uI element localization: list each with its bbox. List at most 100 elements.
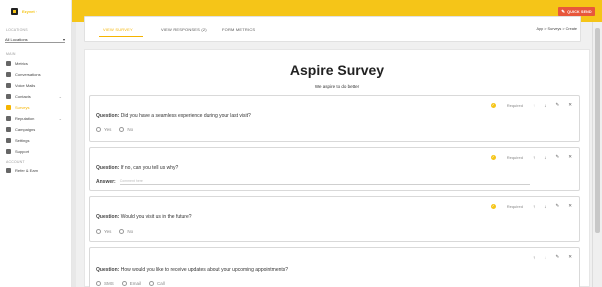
location-select[interactable]: All Locations ▾ — [5, 36, 65, 43]
answer-row: Answer: Comment here — [96, 179, 530, 185]
required-toggle[interactable]: ✓ Required — [482, 102, 523, 108]
survey-tabs: VIEW SURVEY VIEW RESPONSES (2) FORM METR… — [84, 16, 581, 42]
move-up-icon[interactable]: ↑ — [533, 155, 535, 160]
delete-icon[interactable]: ✕ — [568, 102, 572, 108]
radio-button[interactable] — [96, 281, 101, 286]
sidebar-item-support[interactable]: Support — [0, 146, 71, 157]
gear-icon — [6, 138, 11, 143]
edit-icon[interactable]: ✎ — [555, 154, 559, 160]
option-label: Yes — [104, 229, 112, 234]
question-label: Did you have a seamless experience durin… — [120, 113, 251, 119]
tab-view-survey[interactable]: VIEW SURVEY — [103, 27, 133, 32]
move-up-icon[interactable]: ↑ — [533, 255, 535, 260]
option-label: SMS — [104, 281, 114, 286]
required-toggle[interactable]: ✓ Required — [482, 154, 523, 160]
option-no[interactable]: No — [119, 229, 133, 234]
check-icon: ✓ — [490, 154, 496, 160]
sidebar-item-conversations[interactable]: Conversations — [0, 69, 71, 80]
question-card[interactable]: ✓ Required ↑ ↓ ✎ ✕ Question: Did you have… — [89, 95, 580, 142]
question-toolbar: ↑ ↓ ✎ ✕ — [524, 254, 572, 260]
required-label: Required — [506, 102, 523, 108]
question-options: Yes No — [96, 229, 141, 234]
sidebar-item-label: Reputation — [15, 116, 35, 121]
tab-view-responses[interactable]: VIEW RESPONSES (2) — [161, 27, 207, 32]
required-label: Required — [506, 203, 523, 209]
question-card[interactable]: ✓ Required ↑ ↓ ✎ ✕ Question: If no, can y… — [89, 147, 580, 191]
radio-button[interactable] — [119, 127, 125, 132]
page-scrollbar[interactable] — [592, 22, 602, 287]
option-sms[interactable]: SMS — [96, 281, 114, 286]
sidebar-item-label: Conversations — [15, 72, 41, 77]
quick-send-button[interactable]: ✎ QUICK SEND — [558, 7, 595, 16]
option-label: No — [127, 127, 134, 132]
move-down-icon[interactable]: ↓ — [544, 103, 546, 108]
sidebar-item-label: Voice Mails — [15, 83, 36, 88]
survey-subtitle: We aspire to do better — [314, 84, 360, 89]
edit-icon[interactable]: ✎ — [555, 203, 559, 209]
question-text: Question: Did you have a seamless experi… — [96, 113, 251, 119]
move-up-icon[interactable]: ↑ — [533, 204, 535, 209]
radio-button[interactable] — [149, 281, 155, 286]
delete-icon[interactable]: ✕ — [568, 254, 572, 260]
quick-send-label: QUICK SEND — [567, 9, 592, 14]
radio-button[interactable] — [96, 127, 101, 132]
move-up-icon[interactable]: ↑ — [533, 103, 535, 108]
question-options: SMS Email Call — [96, 281, 173, 286]
question-prefix: Question: — [96, 165, 120, 171]
check-icon: ✓ — [490, 102, 496, 108]
star-icon — [6, 116, 11, 121]
question-prefix: Question: — [96, 267, 120, 273]
chevron-down-icon: ⌄ — [58, 116, 62, 121]
question-text: Question: How would you like to receive … — [96, 267, 288, 273]
option-yes[interactable]: Yes — [96, 229, 111, 234]
move-down-icon[interactable]: ↓ — [544, 155, 546, 160]
question-card[interactable]: ✓ Required ↑ ↓ ✎ ✕ Question: Would you vi… — [89, 196, 580, 242]
option-label: Yes — [104, 127, 112, 132]
sidebar-item-contacts[interactable]: Contacts ⌄ — [0, 91, 71, 102]
move-down-icon[interactable]: ↓ — [544, 204, 546, 209]
location-value: All Locations — [5, 36, 28, 42]
radio-button[interactable] — [121, 281, 127, 286]
sidebar-item-label: Surveys — [15, 105, 30, 110]
required-toggle[interactable]: ✓ Required — [482, 203, 523, 209]
sidebar-item-label: Metrics — [15, 61, 28, 66]
sidebar-item-settings[interactable]: Settings — [0, 135, 71, 146]
delete-icon[interactable]: ✕ — [568, 154, 572, 160]
active-tab-indicator — [99, 36, 143, 37]
radio-button[interactable] — [119, 229, 125, 234]
option-label: Email — [129, 281, 142, 286]
sidebar-item-refer-earn[interactable]: Refer & Earn — [0, 165, 71, 176]
tab-form-metrics[interactable]: FORM METRICS — [222, 27, 255, 32]
locations-heading: LOCATIONS — [6, 28, 28, 32]
sidebar-item-reputation[interactable]: Reputation ⌄ — [0, 113, 71, 124]
sidebar-item-surveys[interactable]: Surveys — [0, 102, 71, 113]
question-prefix: Question: — [96, 214, 120, 220]
logo-icon — [11, 7, 18, 15]
option-email[interactable]: Email — [121, 281, 142, 286]
sidebar-item-metrics[interactable]: Metrics — [0, 58, 71, 69]
question-options: Yes No — [96, 127, 141, 132]
main-heading: MAIN — [6, 52, 16, 56]
edit-icon[interactable]: ✎ — [555, 254, 559, 260]
sidebar: Ezyvet · LOCATIONS All Locations ▾ MAIN … — [0, 0, 72, 287]
move-down-icon[interactable]: ↓ — [544, 255, 546, 260]
edit-icon[interactable]: ✎ — [555, 102, 559, 108]
radio-button[interactable] — [96, 229, 101, 234]
brand-logo[interactable]: Ezyvet · — [0, 0, 71, 22]
answer-input[interactable]: Comment here — [119, 179, 530, 185]
sidebar-item-campaigns[interactable]: Campaigns — [0, 124, 71, 135]
sidebar-item-voice-mails[interactable]: Voice Mails — [0, 80, 71, 91]
answer-prefix: Answer: — [96, 179, 116, 185]
delete-icon[interactable]: ✕ — [568, 203, 572, 209]
option-label: Call — [157, 281, 165, 286]
question-card[interactable]: ↑ ↓ ✎ ✕ Question: How would you like to … — [89, 247, 580, 287]
option-call[interactable]: Call — [149, 281, 165, 286]
question-label: If no, can you tell us why? — [120, 165, 179, 171]
sidebar-item-label: Contacts — [15, 94, 31, 99]
question-label: Would you visit us in the future? — [120, 214, 192, 220]
option-yes[interactable]: Yes — [96, 127, 111, 132]
scrollbar-thumb[interactable] — [595, 28, 600, 233]
option-no[interactable]: No — [119, 127, 133, 132]
sidebar-scrollbar[interactable] — [72, 22, 76, 287]
megaphone-icon — [6, 127, 11, 132]
